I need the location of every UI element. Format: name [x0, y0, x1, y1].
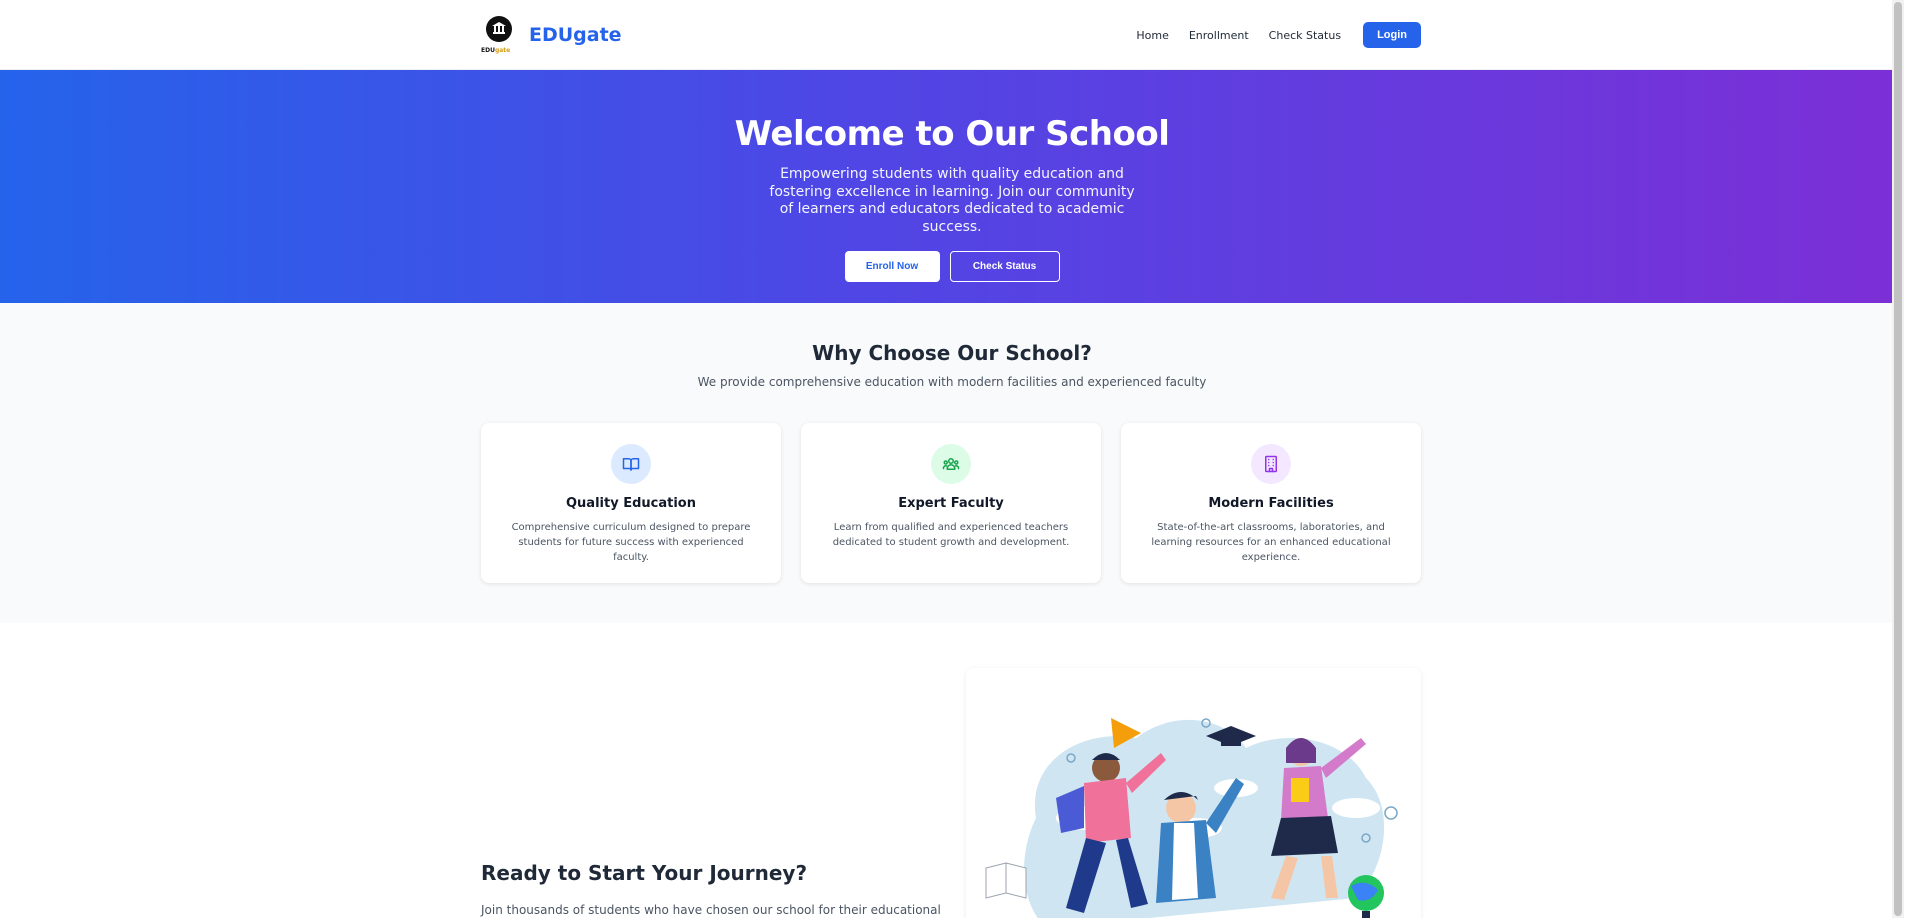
hero-section: Welcome to Our School Empowering student… — [0, 70, 1904, 303]
feature-card-expert-faculty: Expert Faculty Learn from qualified and … — [801, 423, 1101, 583]
nav-link-enrollment[interactable]: Enrollment — [1189, 29, 1249, 42]
check-status-button[interactable]: Check Status — [949, 251, 1060, 282]
hero-subtitle: Empowering students with quality educati… — [769, 166, 1135, 235]
cta-text: Join thousands of students who have chos… — [481, 903, 941, 917]
feature-cards: Quality Education Comprehensive curricul… — [481, 423, 1421, 583]
logo-text-main: EDU — [481, 47, 495, 54]
brand[interactable]: EDUgate EDUgate — [481, 16, 622, 54]
feature-card-text: State-of-the-art classrooms, laboratorie… — [1151, 522, 1391, 563]
enroll-now-button[interactable]: Enroll Now — [844, 251, 940, 282]
page: EDUgate EDUgate Home Enrollment Check St… — [0, 0, 1904, 918]
logo: EDUgate — [481, 16, 517, 54]
feature-card-modern-facilities: Modern Facilities State-of-the-art class… — [1121, 423, 1421, 583]
logo-text-accent: gate — [494, 47, 511, 54]
feature-card-text: Comprehensive curriculum designed to pre… — [511, 522, 751, 563]
features-title: Why Choose Our School? — [812, 341, 1092, 365]
login-button[interactable]: Login — [1363, 22, 1421, 48]
students-illustration-art — [985, 718, 1398, 918]
vertical-scrollbar[interactable] — [1892, 0, 1904, 918]
students-illustration — [966, 668, 1421, 918]
hero-title: Welcome to Our School — [734, 114, 1170, 154]
features-subtitle: We provide comprehensive education with … — [697, 375, 1207, 389]
feature-card-quality-education: Quality Education Comprehensive curricul… — [481, 423, 781, 583]
logo-text: EDUgate — [481, 47, 510, 54]
nav-link-check-status[interactable]: Check Status — [1269, 29, 1341, 42]
users-icon — [931, 444, 971, 484]
feature-card-title: Quality Education — [566, 496, 696, 511]
scrollbar-thumb[interactable] — [1894, 2, 1902, 916]
navbar: EDUgate EDUgate Home Enrollment Check St… — [0, 0, 1904, 70]
hero-actions: Enroll Now Check Status — [844, 251, 1060, 282]
book-icon — [611, 444, 651, 484]
cta-section: Ready to Start Your Journey? Join thousa… — [0, 623, 1904, 918]
navbar-container: EDUgate EDUgate Home Enrollment Check St… — [481, 0, 1421, 70]
feature-card-title: Modern Facilities — [1208, 496, 1334, 511]
nav-link-home[interactable]: Home — [1136, 29, 1168, 42]
feature-card-title: Expert Faculty — [898, 496, 1004, 511]
feature-card-text: Learn from qualified and experienced tea… — [832, 522, 1070, 548]
building-icon — [1251, 444, 1291, 484]
nav-links: Home Enrollment Check Status Login — [1136, 22, 1421, 48]
features-section: Why Choose Our School? We provide compre… — [0, 303, 1904, 623]
cta-title: Ready to Start Your Journey? — [481, 861, 808, 885]
brand-name[interactable]: EDUgate — [529, 24, 622, 46]
logo-emblem-icon — [486, 16, 512, 42]
